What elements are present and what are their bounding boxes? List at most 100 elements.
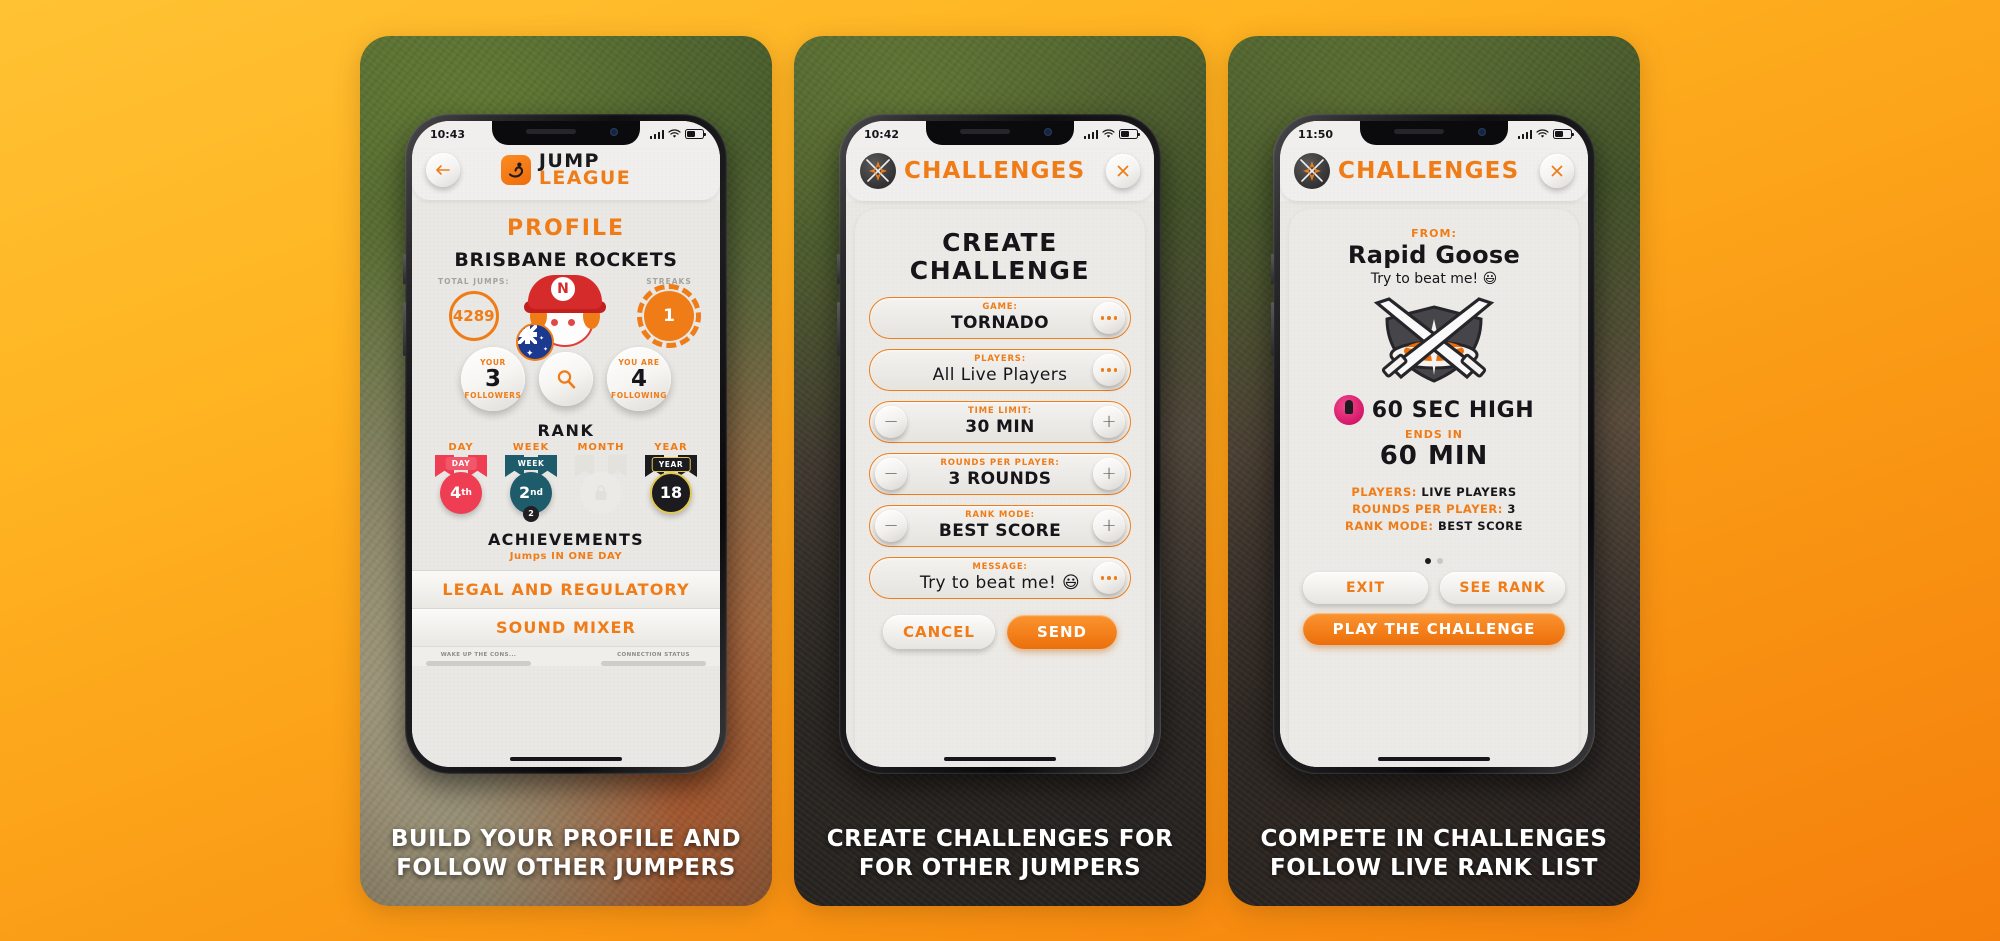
app-header-3: CHALLENGES [1280, 147, 1588, 201]
from-label: FROM: [1411, 227, 1457, 240]
field-time-limit[interactable]: − TIME LIMIT: 30 MIN + [869, 401, 1131, 443]
front-camera-icon [1044, 128, 1052, 136]
challenge-message: Try to beat me! 😃 [1370, 271, 1498, 287]
field-rank-mode-increment-button[interactable]: + [1093, 510, 1125, 542]
footer-wake-cons-bar [426, 660, 531, 666]
field-message-value: Try to beat me! 😃 [919, 572, 1081, 593]
lock-icon [595, 485, 607, 500]
battery-icon [685, 129, 706, 139]
medal-year-value: 18 [659, 483, 683, 503]
cancel-button[interactable]: CANCEL [882, 615, 995, 649]
send-button[interactable]: SEND [1006, 615, 1118, 649]
challenger-name: Rapid Goose [1347, 241, 1521, 269]
play-the-challenge-button[interactable]: PLAY THE CHALLENGE [1303, 613, 1565, 645]
medal-week[interactable]: WEEK WEEK 2nd 2 [500, 442, 562, 522]
streaks-value: 1 [637, 283, 701, 348]
field-time-limit-increment-button[interactable]: + [1093, 406, 1125, 438]
meta-rounds-value: 3 [1507, 502, 1516, 516]
footer-connection-label: CONNECTION STATUS [617, 651, 690, 658]
wifi-icon [1536, 129, 1549, 138]
field-game-label: GAME: [982, 302, 1018, 312]
menu-item-legal[interactable]: LEGAL AND REGULATORY [412, 569, 720, 608]
ends-in-value: 60 MIN [1379, 441, 1489, 471]
game-name: 60 SEC HIGH [1371, 397, 1535, 423]
medal-day-tag: DAY [445, 456, 477, 470]
screenshot-card-create-challenge: 10:42 CHALLENGES CREATE CHALLENGE GAME: … [794, 36, 1206, 906]
field-rounds-increment-button[interactable]: + [1093, 458, 1125, 490]
home-indicator[interactable] [1378, 756, 1490, 761]
footer-wake-cons[interactable]: WAKE UP THE CONS... [426, 652, 531, 666]
wifi-icon [1102, 129, 1115, 138]
exit-button[interactable]: EXIT [1303, 572, 1428, 604]
caption-line-2: FOR OTHER JUMPERS [858, 854, 1142, 881]
medal-week-sub-badge: 2 [523, 505, 539, 522]
earpiece-speaker-icon [960, 129, 1010, 134]
page-dot-1[interactable] [1425, 558, 1431, 564]
create-challenge-title: CREATE CHALLENGE [869, 229, 1131, 285]
phone-mockup-2: 10:42 CHALLENGES CREATE CHALLENGE GAME: … [837, 114, 1161, 774]
caption-line-2: FOLLOW OTHER JUMPERS [396, 854, 736, 881]
medal-year[interactable]: YEAR YEAR 18 [640, 442, 702, 514]
followers-button[interactable]: YOUR 3 FOLLOWERS [461, 346, 525, 411]
avatar[interactable]: N ✦ ✦ ✦ [516, 267, 614, 363]
phone-notch [492, 121, 640, 145]
field-message-label: MESSAGE: [972, 562, 1028, 572]
total-jumps-value: 4289 [448, 290, 499, 341]
medal-week-value: 2 [519, 483, 531, 503]
meta-rank-mode-value: BEST SCORE [1438, 519, 1523, 533]
followers-bottom-label: FOLLOWERS [464, 391, 522, 400]
field-game-options-button[interactable] [1093, 302, 1125, 334]
earpiece-speaker-icon [1394, 129, 1444, 134]
field-rank-mode[interactable]: − RANK MODE: BEST SCORE + [869, 505, 1131, 547]
page-indicator[interactable] [1303, 558, 1565, 564]
crossed-swords-glyph [1300, 159, 1324, 182]
back-button[interactable] [426, 153, 460, 188]
field-message[interactable]: MESSAGE: Try to beat me! 😃 [869, 557, 1131, 599]
medal-month[interactable]: MONTH [570, 442, 632, 514]
field-players[interactable]: PLAYERS: All Live Players [869, 349, 1131, 391]
home-indicator[interactable] [944, 756, 1056, 761]
create-title-line-1: CREATE [942, 228, 1058, 257]
following-button[interactable]: YOU ARE 4 FOLLOWING [607, 346, 671, 411]
menu-item-sound-mixer[interactable]: SOUND MIXER [412, 607, 720, 646]
phone-notch [1360, 121, 1508, 145]
close-button[interactable] [1106, 154, 1140, 188]
page-dot-2[interactable] [1437, 558, 1443, 564]
wifi-icon [668, 129, 681, 138]
close-icon [1551, 165, 1563, 177]
total-jumps-label: TOTAL JUMPS: [438, 276, 510, 286]
phone-mockup-1: 10:43 JUMP LEAGUE PROFILE BRISBANE ROCKE… [403, 114, 727, 774]
field-rank-mode-value: BEST SCORE [938, 520, 1062, 541]
app-store-screenshot-gallery: 10:43 JUMP LEAGUE PROFILE BRISBANE ROCKE… [0, 36, 2000, 906]
cellular-signal-icon [1517, 129, 1532, 139]
invite-secondary-actions: EXIT SEE RANK [1303, 572, 1565, 604]
front-camera-icon [610, 128, 618, 136]
field-message-options-button[interactable] [1093, 562, 1125, 594]
flag-star: ✦ [526, 347, 534, 358]
medal-day[interactable]: DAY DAY 4th [430, 442, 492, 514]
medal-day-disc: 4th [440, 471, 482, 514]
jumper-glyph-icon [508, 162, 523, 178]
avatar-eye-left [551, 318, 558, 326]
profile-screen-body: PROFILE BRISBANE ROCKETS TOTAL JUMPS: 42… [412, 199, 720, 767]
see-rank-button[interactable]: SEE RANK [1440, 572, 1565, 604]
field-players-label: PLAYERS: [974, 354, 1026, 364]
front-camera-icon [1478, 128, 1486, 136]
field-game[interactable]: GAME: TORNADO [869, 297, 1131, 339]
page-title: CHALLENGES [1338, 158, 1520, 184]
meta-rounds: ROUNDS PER PLAYER: 3 [1303, 502, 1565, 516]
phone-mockup-3: 11:50 CHALLENGES FROM: Rapid Goose Try t… [1271, 114, 1595, 774]
footer-connection-status[interactable]: CONNECTION STATUS [601, 652, 706, 666]
field-players-options-button[interactable] [1093, 354, 1125, 386]
crossed-swords-glyph [866, 159, 890, 182]
close-button[interactable] [1540, 154, 1574, 188]
cellular-signal-icon [649, 129, 664, 139]
app-header-2: CHALLENGES [846, 147, 1154, 201]
phone-screen-3: 11:50 CHALLENGES FROM: Rapid Goose Try t… [1280, 121, 1588, 767]
caption-line-2: FOLLOW LIVE RANK LIST [1270, 854, 1598, 881]
field-rounds-per-player[interactable]: − ROUNDS PER PLAYER: 3 ROUNDS + [869, 453, 1131, 495]
battery-icon [1119, 129, 1140, 139]
medal-week-disc: 2nd 2 [510, 471, 552, 522]
home-indicator[interactable] [510, 756, 622, 761]
footer-connection-bar [601, 660, 706, 666]
